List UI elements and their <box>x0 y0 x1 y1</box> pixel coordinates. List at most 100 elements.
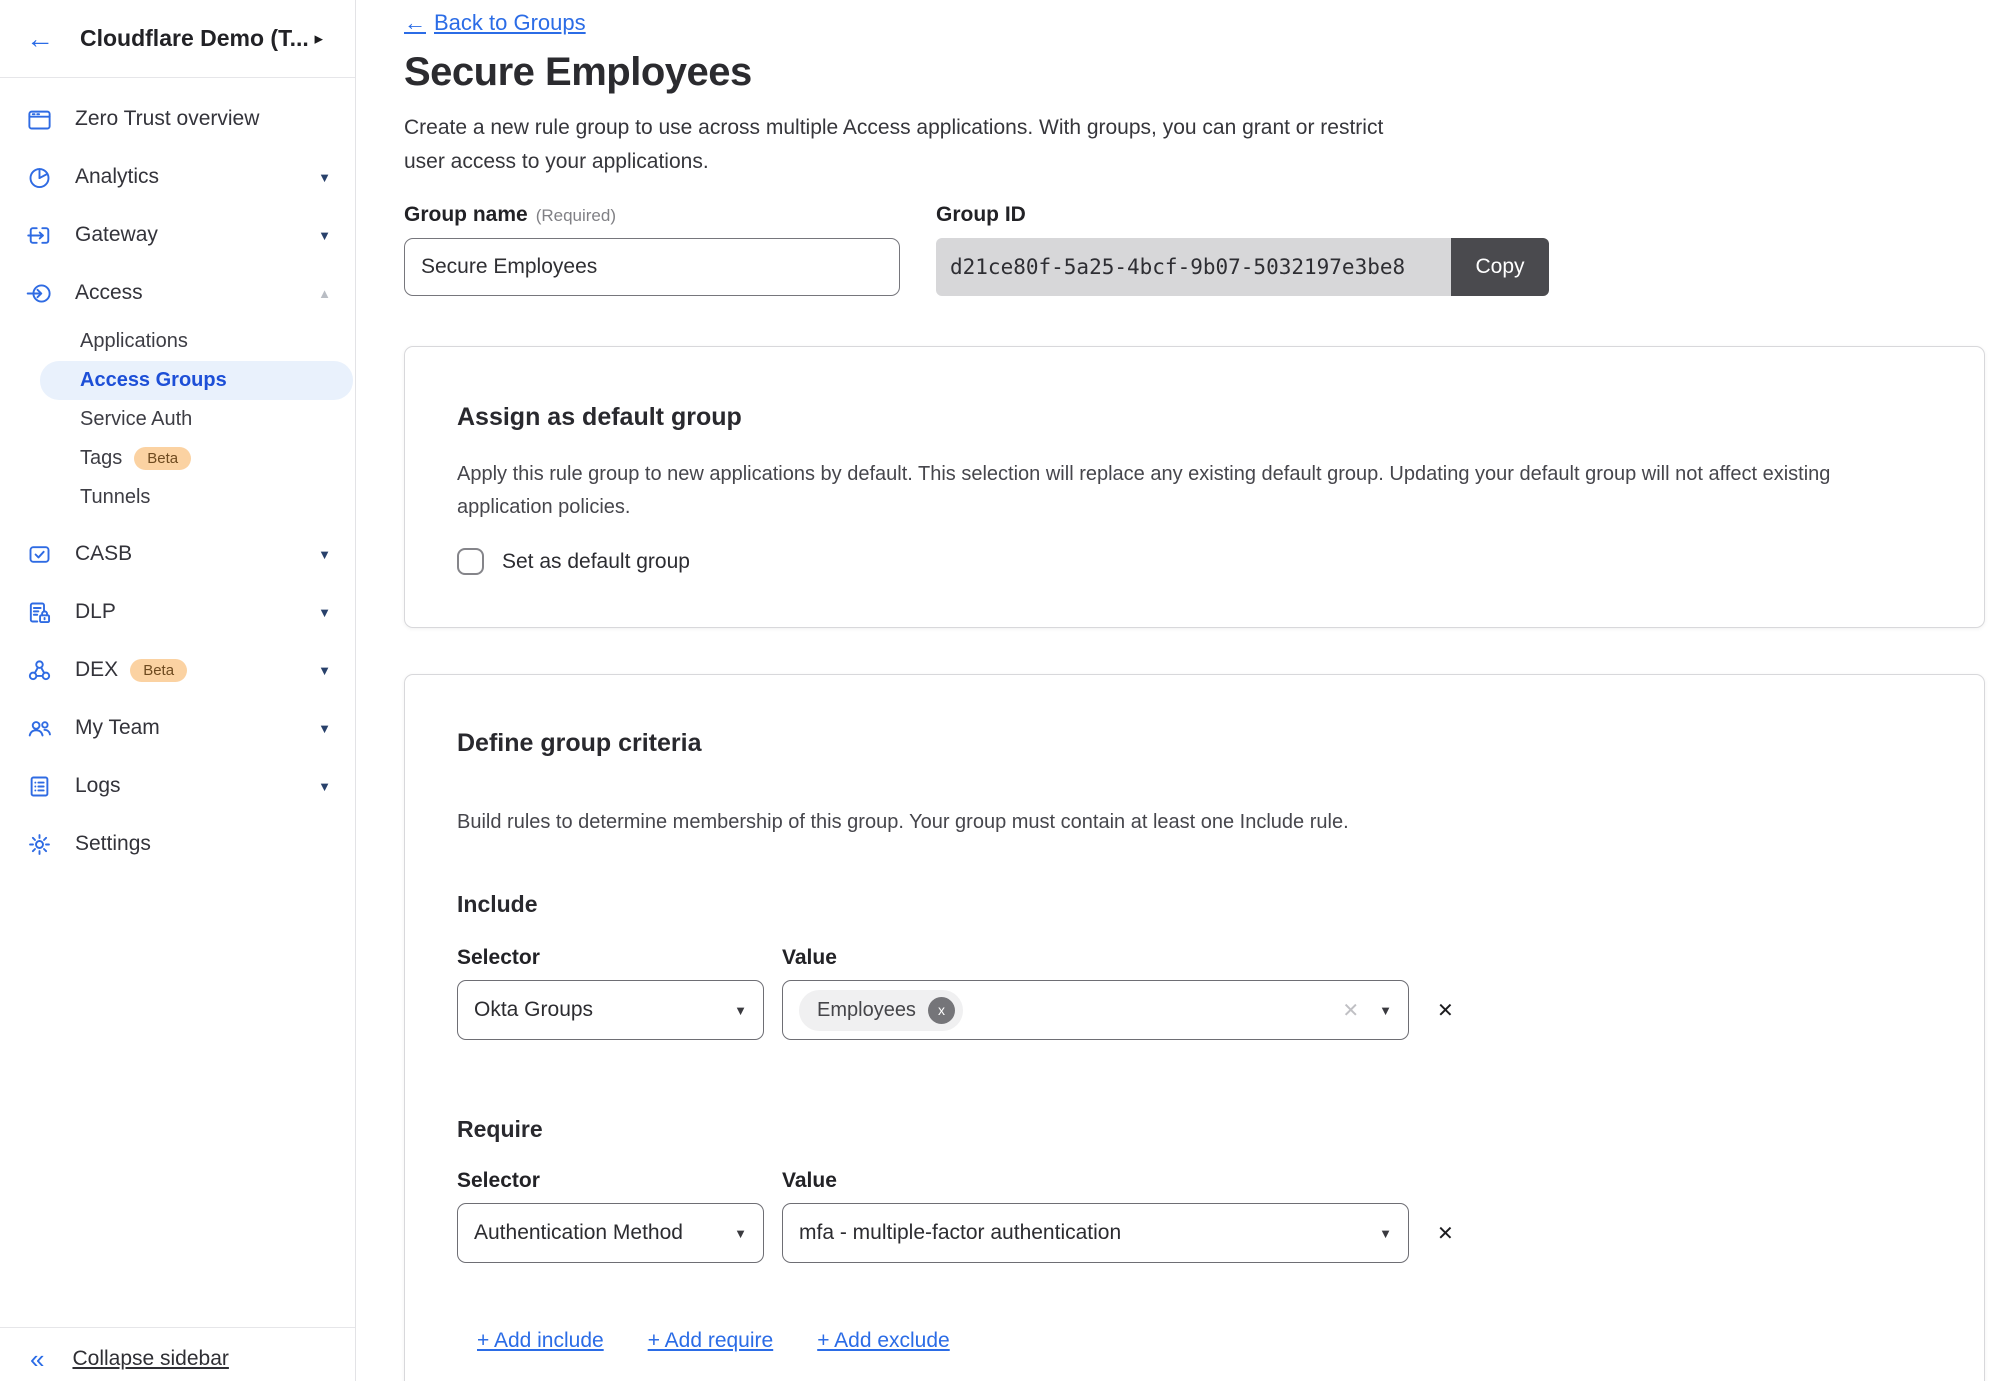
group-name-label-text: Group name <box>404 203 528 226</box>
sidebar-item-label: My Team <box>75 716 160 740</box>
sidebar-item-gateway[interactable]: Gateway ▼ <box>0 206 355 264</box>
remove-include-rule-icon[interactable]: ✕ <box>1437 998 1454 1023</box>
include-rule-row: Okta Groups ▼ Employees x ✕ ▼ ✕ <box>457 980 1932 1040</box>
sidebar-subitem-label: Tunnels <box>80 486 150 509</box>
group-name-field-block: Group name (Required) <box>404 203 900 296</box>
sidebar-item-dlp[interactable]: DLP ▼ <box>0 583 355 641</box>
sidebar-subitem-label: Applications <box>80 330 188 353</box>
clear-icon[interactable]: ✕ <box>1342 998 1359 1023</box>
add-rule-links: + Add include + Add require + Add exclud… <box>477 1329 1932 1353</box>
group-fields-row: Group name(Required) Group ID d21ce80f-5… <box>404 203 1999 296</box>
chevron-up-icon: ▲ <box>318 286 341 301</box>
sidebar-header: ← Cloudflare Demo (T... ▸ <box>0 0 355 78</box>
back-to-groups-link[interactable]: ← Back to Groups <box>404 10 586 36</box>
require-selector-value: Authentication Method <box>474 1221 683 1245</box>
chevron-down-icon: ▼ <box>1379 1003 1392 1018</box>
sidebar-item-tags[interactable]: Tags Beta <box>0 439 355 478</box>
collapse-chevrons-icon: « <box>30 1346 44 1372</box>
include-selector-value: Okta Groups <box>474 998 593 1022</box>
include-value-multiselect[interactable]: Employees x ✕ ▼ <box>782 980 1409 1040</box>
chevron-down-icon: ▼ <box>734 1226 747 1241</box>
chevron-down-icon: ▼ <box>318 605 341 620</box>
sidebar-item-casb[interactable]: CASB ▼ <box>0 525 355 583</box>
chevron-down-icon: ▼ <box>318 721 341 736</box>
sidebar-item-applications[interactable]: Applications <box>0 322 355 361</box>
employees-chip: Employees x <box>799 990 963 1031</box>
sidebar: ← Cloudflare Demo (T... ▸ Zero Trust ove… <box>0 0 356 1381</box>
chevron-down-icon: ▼ <box>318 663 341 678</box>
require-value-dropdown[interactable]: mfa - multiple-factor authentication ▼ <box>782 1203 1409 1263</box>
group-id-label: Group ID <box>936 203 1549 229</box>
chevron-down-icon: ▼ <box>318 170 341 185</box>
logs-icon <box>26 773 53 800</box>
require-selector-dropdown[interactable]: Authentication Method ▼ <box>457 1203 764 1263</box>
collapse-sidebar-button[interactable]: « Collapse sidebar <box>0 1328 355 1372</box>
gear-icon <box>26 831 53 858</box>
sidebar-item-zero-trust-overview[interactable]: Zero Trust overview <box>0 90 355 148</box>
value-column-label: Value <box>782 946 837 970</box>
sidebar-item-access-groups[interactable]: Access Groups <box>40 361 353 400</box>
sidebar-item-label: Zero Trust overview <box>75 107 259 131</box>
group-name-input[interactable] <box>404 238 900 296</box>
casb-icon <box>26 541 53 568</box>
sidebar-item-my-team[interactable]: My Team ▼ <box>0 699 355 757</box>
chip-label: Employees <box>817 999 916 1022</box>
nav-spacer <box>0 517 355 525</box>
combo-controls: ✕ ▼ <box>1342 998 1392 1023</box>
sidebar-item-logs[interactable]: Logs ▼ <box>0 757 355 815</box>
chevron-down-icon: ▼ <box>318 547 341 562</box>
sidebar-item-label: Access <box>75 281 143 305</box>
sidebar-item-label: Logs <box>75 774 121 798</box>
document-lock-icon <box>26 599 53 626</box>
back-arrow-icon[interactable]: ← <box>26 25 54 53</box>
require-heading: Require <box>457 1116 1932 1143</box>
criteria-heading: Define group criteria <box>457 729 1932 758</box>
set-default-checkbox-label: Set as default group <box>502 550 690 574</box>
selector-column-label: Selector <box>457 1169 782 1193</box>
sidebar-item-analytics[interactable]: Analytics ▼ <box>0 148 355 206</box>
add-exclude-link[interactable]: + Add exclude <box>817 1329 950 1353</box>
sidebar-item-access[interactable]: Access ▲ <box>0 264 355 322</box>
copy-button[interactable]: Copy <box>1451 238 1549 296</box>
beta-badge: Beta <box>134 447 191 470</box>
default-group-heading: Assign as default group <box>457 403 1932 432</box>
sidebar-footer: « Collapse sidebar <box>0 1327 355 1372</box>
gateway-icon <box>26 222 53 249</box>
add-include-link[interactable]: + Add include <box>477 1329 604 1353</box>
network-nodes-icon <box>26 657 53 684</box>
criteria-card: Define group criteria Build rules to det… <box>404 674 1985 1381</box>
include-labels-row: Selector Value <box>457 946 1932 970</box>
account-name: Cloudflare Demo (T... <box>80 25 314 52</box>
sidebar-item-label: CASB <box>75 542 132 566</box>
back-link-label: Back to Groups <box>434 10 586 36</box>
sidebar-subitem-label: Service Auth <box>80 408 192 431</box>
sidebar-item-label: Settings <box>75 832 151 856</box>
team-icon <box>26 715 53 742</box>
sidebar-item-service-auth[interactable]: Service Auth <box>0 400 355 439</box>
sidebar-item-settings[interactable]: Settings <box>0 815 355 873</box>
required-hint: (Required) <box>536 206 616 225</box>
sidebar-item-tunnels[interactable]: Tunnels <box>0 478 355 517</box>
require-labels-row: Selector Value <box>457 1169 1932 1193</box>
value-column-label: Value <box>782 1169 837 1193</box>
account-expand-icon[interactable]: ▸ <box>314 29 323 49</box>
sidebar-nav: Zero Trust overview Analytics ▼ Gateway … <box>0 78 355 873</box>
sidebar-item-dex[interactable]: DEX Beta ▼ <box>0 641 355 699</box>
set-default-checkbox[interactable] <box>457 548 484 575</box>
sidebar-item-label: DLP <box>75 600 116 624</box>
page-description: Create a new rule group to use across mu… <box>404 111 1394 179</box>
collapse-sidebar-label: Collapse sidebar <box>72 1347 228 1371</box>
include-heading: Include <box>457 891 1932 918</box>
back-arrow-icon: ← <box>404 10 426 36</box>
sidebar-subitem-label: Access Groups <box>80 369 227 392</box>
chevron-down-icon: ▼ <box>1379 1226 1392 1241</box>
chevron-down-icon: ▼ <box>318 779 341 794</box>
sidebar-item-label: Gateway <box>75 223 158 247</box>
include-selector-dropdown[interactable]: Okta Groups ▼ <box>457 980 764 1040</box>
chip-remove-icon[interactable]: x <box>928 997 955 1024</box>
add-require-link[interactable]: + Add require <box>648 1329 774 1353</box>
main-content: ← Back to Groups Secure Employees Create… <box>356 0 1999 1381</box>
default-group-description: Apply this rule group to new application… <box>457 458 1887 524</box>
remove-require-rule-icon[interactable]: ✕ <box>1437 1221 1454 1246</box>
require-rule-row: Authentication Method ▼ mfa - multiple-f… <box>457 1203 1932 1263</box>
